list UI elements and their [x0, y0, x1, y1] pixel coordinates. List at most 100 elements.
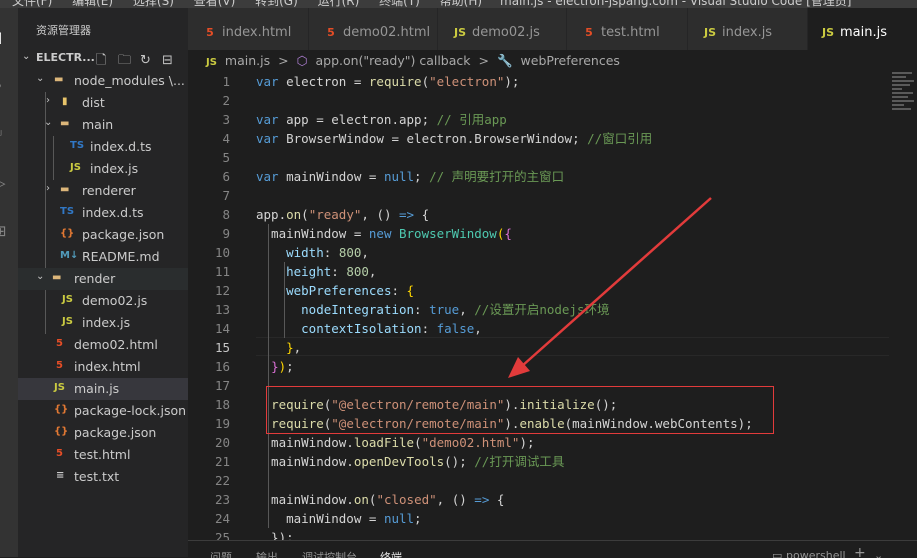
menu-view[interactable]: 查看(V): [194, 0, 236, 8]
chevron-right-icon: ›: [46, 95, 50, 106]
line-number: 6: [222, 169, 230, 184]
code-line[interactable]: mainWindow = new BrowserWindow({: [256, 224, 512, 243]
folder-icon: ▬: [60, 184, 70, 195]
indent-guide: [284, 262, 285, 338]
tab-demo02-js[interactable]: JS demo02.js: [438, 8, 566, 50]
tree-file-readme[interactable]: M↓ README.md: [18, 246, 188, 268]
wrench-icon: 🔧: [496, 53, 513, 68]
breadcrumb: JS main.js > ⬡ app.on("ready") callback …: [188, 50, 917, 72]
tree-folder-render[interactable]: ⌄ ▬ render: [18, 268, 188, 290]
workspace-folder-header[interactable]: ⌄ ELECTR... 🗋 🗀 ↻ ⊟: [18, 48, 188, 70]
code-line[interactable]: app.on("ready", () => {: [256, 205, 429, 224]
code-editor[interactable]: 1 var electron = require("electron"); 2 3 va…: [188, 72, 917, 540]
tab-main-js[interactable]: JS main.js: [808, 8, 917, 50]
tree-file-index-d-ts[interactable]: TS index.d.ts: [18, 202, 188, 224]
extensions-icon[interactable]: ⊞: [0, 222, 14, 240]
menu-edit[interactable]: 编辑(E): [72, 0, 113, 8]
tree-file-package-lock-json[interactable]: {} package-lock.json: [18, 400, 188, 422]
source-control-icon[interactable]: ⑂: [0, 126, 14, 144]
workspace-folder-name: ELECTR...: [36, 51, 95, 64]
code-line[interactable]: mainWindow.on("closed", () => {: [256, 490, 504, 509]
code-line[interactable]: webPreferences: {: [256, 281, 414, 300]
line-number: 12: [214, 283, 230, 298]
tab-demo02-html[interactable]: 5 demo02.html: [309, 8, 437, 50]
javascript-file-icon: JS: [62, 316, 73, 327]
line-number: 25: [214, 530, 230, 540]
line-number: 23: [214, 492, 230, 507]
tree-file-main-js[interactable]: JS main.js: [18, 378, 188, 400]
tree-file-index-d-ts[interactable]: TS index.d.ts: [18, 136, 188, 158]
javascript-file-icon: JS: [70, 162, 81, 173]
activity-bar: ▯ ⌕ ⑂ ▷ ⊞: [0, 8, 18, 557]
line-number: 2: [222, 93, 230, 108]
breadcrumb-callback[interactable]: app.on("ready") callback: [315, 53, 470, 68]
html-file-icon: 5: [56, 360, 63, 371]
explorer-title: 资源管理器: [36, 24, 91, 37]
tab-test-html[interactable]: 5 test.html: [567, 8, 687, 50]
line-number: 24: [214, 511, 230, 526]
menu-terminal[interactable]: 终端(T): [379, 0, 420, 8]
code-line[interactable]: height: 800,: [256, 262, 376, 281]
tree-file-test-html[interactable]: 5 test.html: [18, 444, 188, 466]
line-number: 16: [214, 359, 230, 374]
breadcrumb-property[interactable]: webPreferences: [521, 53, 620, 68]
chevron-down-icon: ⌄: [36, 271, 45, 282]
code-line[interactable]: });: [256, 357, 294, 376]
menu-help[interactable]: 帮助(H): [440, 0, 482, 8]
tab-index-html[interactable]: 5 index.html: [188, 8, 308, 50]
search-icon[interactable]: ⌕: [0, 76, 14, 94]
breadcrumb-file[interactable]: main.js: [225, 53, 270, 68]
tree-folder-node-modules[interactable]: ⌄ ▬ node_modules \...: [18, 70, 188, 92]
tree-file-index-js[interactable]: JS index.js: [18, 158, 188, 180]
code-line[interactable]: contextIsolation: false,: [256, 319, 482, 338]
code-line[interactable]: var electron = require("electron");: [256, 72, 519, 91]
code-line[interactable]: var mainWindow = null; // 声明要打开的主窗口: [256, 167, 564, 186]
code-line[interactable]: mainWindow.loadFile("demo02.html");: [256, 433, 534, 452]
line-number: 3: [222, 112, 230, 127]
tree-folder-renderer[interactable]: › ▬ renderer: [18, 180, 188, 202]
code-line[interactable]: var BrowserWindow = electron.BrowserWind…: [256, 129, 652, 148]
code-line[interactable]: mainWindow = null;: [256, 509, 421, 528]
tab-index-js[interactable]: JS index.js: [688, 8, 807, 50]
code-line[interactable]: var app = electron.app; // 引用app: [256, 110, 507, 129]
line-number: 11: [214, 264, 230, 279]
javascript-file-icon: JS: [206, 57, 217, 68]
chevron-down-icon: ⌄: [44, 117, 53, 128]
line-number: 4: [222, 131, 230, 146]
tree-file-demo02-html[interactable]: 5 demo02.html: [18, 334, 188, 356]
folder-open-icon: ▬: [52, 272, 62, 283]
tree-file-demo02-js[interactable]: JS demo02.js: [18, 290, 188, 312]
chevron-down-icon[interactable]: ⌄: [22, 51, 30, 62]
menu-goto[interactable]: 转到(G): [255, 0, 298, 8]
tree-folder-dist[interactable]: › ▮ dist: [18, 92, 188, 114]
tree-file-test-txt[interactable]: ≡ test.txt: [18, 466, 188, 488]
new-terminal-button[interactable]: +: [854, 545, 866, 558]
line-number: 21: [214, 454, 230, 469]
menu-run[interactable]: 运行(R): [318, 0, 360, 8]
menu-file[interactable]: 文件(F): [12, 0, 52, 8]
breadcrumb-separator: >: [278, 53, 289, 68]
tree-folder-main[interactable]: ⌄ ▬ main: [18, 114, 188, 136]
code-line[interactable]: width: 800,: [256, 243, 369, 262]
tree-file-index-js[interactable]: JS index.js: [18, 312, 188, 334]
tree-file-package-json[interactable]: {} package.json: [18, 224, 188, 246]
code-line[interactable]: },: [256, 338, 301, 357]
typescript-file-icon: TS: [70, 140, 85, 151]
collapse-all-icon[interactable]: ⊟: [162, 53, 184, 68]
line-number: 1: [222, 74, 230, 89]
tree-file-index-html[interactable]: 5 index.html: [18, 356, 188, 378]
code-line[interactable]: nodeIntegration: true, //设置开启nodejs环境: [256, 300, 609, 319]
indent-guide: [268, 224, 269, 528]
line-number: 22: [214, 473, 230, 488]
minimap[interactable]: [892, 72, 917, 142]
code-line[interactable]: mainWindow.openDevTools(); //打开调试工具: [256, 452, 564, 471]
refresh-icon[interactable]: ↻: [140, 53, 162, 68]
explorer-icon[interactable]: ▯: [0, 28, 14, 46]
tree-file-package-json[interactable]: {} package.json: [18, 422, 188, 444]
explorer-sidebar: 资源管理器 ⌄ ELECTR... 🗋 🗀 ↻ ⊟ ⌄ ▬ node_modules …: [18, 8, 188, 557]
function-symbol-icon: ⬡: [296, 53, 308, 68]
chevron-down-icon: ⌄: [36, 73, 45, 84]
code-line[interactable]: });: [256, 528, 294, 540]
menu-selection[interactable]: 选择(S): [133, 0, 174, 8]
run-debug-icon[interactable]: ▷: [0, 174, 14, 192]
